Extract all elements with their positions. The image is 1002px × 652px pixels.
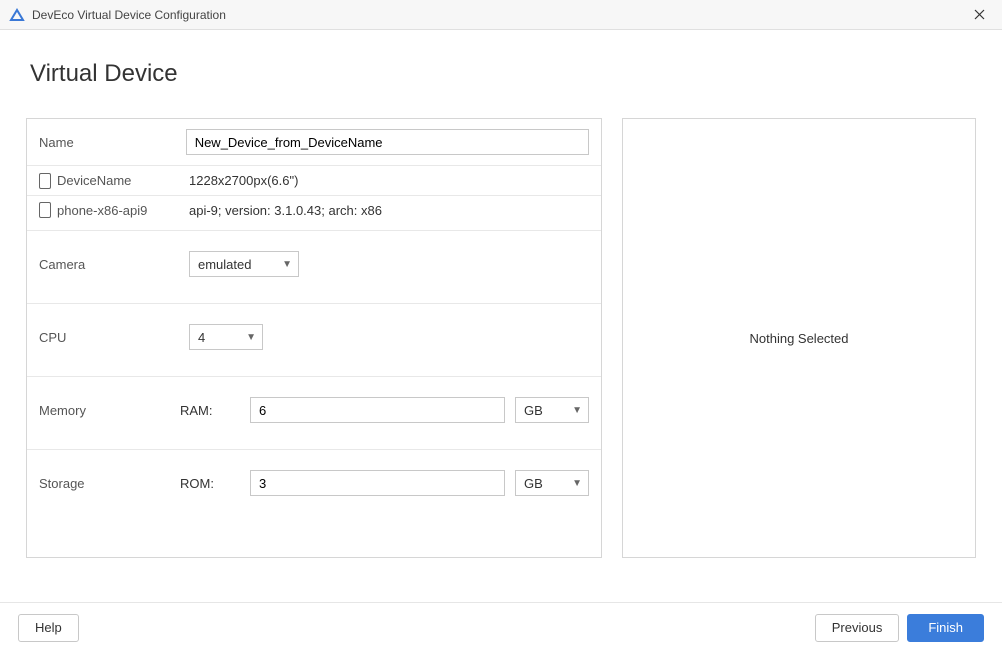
camera-select[interactable]: emulated ▼ xyxy=(189,251,299,277)
rom-input[interactable] xyxy=(250,470,505,496)
preview-empty-text: Nothing Selected xyxy=(749,331,848,346)
cpu-select[interactable]: 4 ▼ xyxy=(189,324,263,350)
chevron-down-icon: ▼ xyxy=(246,332,256,343)
cpu-group: CPU 4 ▼ xyxy=(27,304,601,377)
name-row: Name xyxy=(27,119,601,166)
ram-label: RAM: xyxy=(180,403,240,418)
image-value: api-9; version: 3.1.0.43; arch: x86 xyxy=(189,203,382,218)
config-panel: Name DeviceName 1228x2700px(6.6") phone-… xyxy=(26,118,602,558)
rom-unit-value: GB xyxy=(524,476,543,491)
cpu-label: CPU xyxy=(39,330,189,345)
rom-unit-select[interactable]: GB ▼ xyxy=(515,470,589,496)
app-icon xyxy=(8,6,26,24)
memory-group: Memory RAM: GB ▼ xyxy=(27,377,601,450)
memory-label: Memory xyxy=(39,403,180,418)
previous-label: Previous xyxy=(832,620,883,635)
device-row: DeviceName 1228x2700px(6.6") xyxy=(27,166,601,196)
finish-button[interactable]: Finish xyxy=(907,614,984,642)
ram-input[interactable] xyxy=(250,397,505,423)
previous-button[interactable]: Previous xyxy=(815,614,900,642)
window-title: DevEco Virtual Device Configuration xyxy=(32,8,964,22)
cpu-value: 4 xyxy=(198,330,205,345)
device-name-label: DeviceName xyxy=(39,173,189,189)
footer: Help Previous Finish xyxy=(0,602,1002,652)
close-button[interactable] xyxy=(964,0,994,30)
image-label: phone-x86-api9 xyxy=(39,202,189,218)
chevron-down-icon: ▼ xyxy=(282,259,292,270)
camera-group: Camera emulated ▼ xyxy=(27,231,601,304)
rom-label: ROM: xyxy=(180,476,240,491)
help-label: Help xyxy=(35,620,62,635)
name-input[interactable] xyxy=(186,129,589,155)
storage-group: Storage ROM: GB ▼ xyxy=(27,450,601,534)
image-label-text: phone-x86-api9 xyxy=(57,203,147,218)
chevron-down-icon: ▼ xyxy=(572,405,582,416)
camera-value: emulated xyxy=(198,257,251,272)
phone-icon xyxy=(39,202,51,218)
ram-unit-value: GB xyxy=(524,403,543,418)
chevron-down-icon: ▼ xyxy=(572,478,582,489)
content-area: Virtual Device Name DeviceName 1228x2700… xyxy=(0,30,1002,602)
page-title: Virtual Device xyxy=(30,60,976,88)
camera-label: Camera xyxy=(39,257,189,272)
storage-label: Storage xyxy=(39,476,180,491)
title-bar: DevEco Virtual Device Configuration xyxy=(0,0,1002,30)
preview-panel: Nothing Selected xyxy=(622,118,976,558)
device-name-label-text: DeviceName xyxy=(57,173,131,188)
finish-label: Finish xyxy=(928,620,963,635)
ram-unit-select[interactable]: GB ▼ xyxy=(515,397,589,423)
device-name-value: 1228x2700px(6.6") xyxy=(189,173,298,188)
image-row: phone-x86-api9 api-9; version: 3.1.0.43;… xyxy=(27,196,601,231)
close-icon xyxy=(974,9,985,20)
panels: Name DeviceName 1228x2700px(6.6") phone-… xyxy=(26,118,976,558)
phone-icon xyxy=(39,173,51,189)
name-label: Name xyxy=(39,135,186,150)
help-button[interactable]: Help xyxy=(18,614,79,642)
